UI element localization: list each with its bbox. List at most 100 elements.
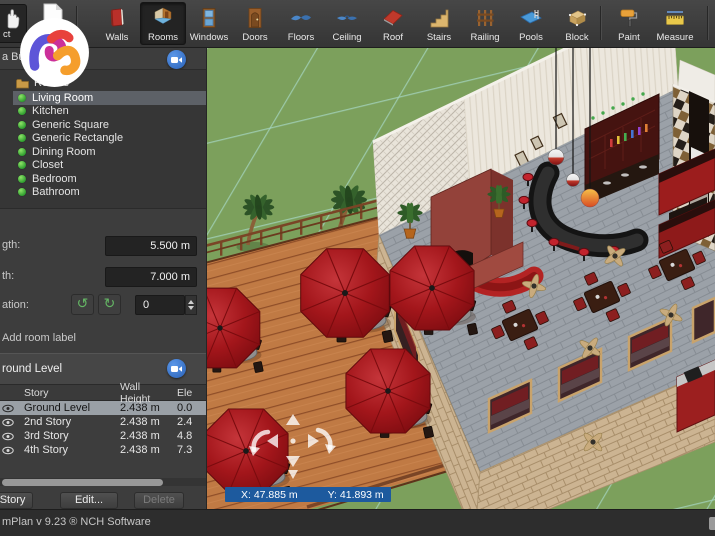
visibility-eye-icon[interactable]: [0, 432, 15, 441]
toolbar-button-windows[interactable]: Windows: [186, 2, 232, 45]
spinner-up-icon[interactable]: [188, 300, 194, 304]
cursor-x-coordinate: X: 47.885 m: [241, 489, 298, 501]
status-bar-corner-icon[interactable]: [709, 517, 715, 530]
3d-scene: [207, 47, 715, 509]
video-camera-icon: [171, 56, 182, 64]
rotate-ccw-button[interactable]: ↺: [71, 294, 94, 315]
railing-icon: [472, 6, 498, 30]
floors-icon: [288, 6, 314, 30]
pools-icon: [518, 6, 544, 30]
toolbar-button-block[interactable]: Block: [554, 2, 600, 45]
stairs-icon: [426, 6, 452, 30]
dreamplan-logo: [19, 17, 90, 88]
help-video-button[interactable]: [167, 50, 186, 69]
column-elevation[interactable]: Ele: [170, 387, 207, 399]
stories-table: Story Wall Height Ele Ground Level 2.438…: [0, 385, 207, 457]
add-room-label-text[interactable]: Add room label: [2, 332, 76, 344]
rooms-panel: a Bul Rooms Living Room Kitchen Generic …: [0, 47, 207, 509]
width-field-row: th: 7.000 m: [0, 267, 207, 287]
measure-icon: [662, 6, 688, 30]
toolbar-button-rooms[interactable]: Rooms: [140, 2, 186, 45]
ceiling-icon: [334, 6, 360, 30]
status-bar: mPlan v 9.23 ® NCH Software: [0, 509, 715, 536]
spinner-down-icon[interactable]: [188, 306, 194, 310]
room-bullet-icon: [18, 148, 26, 156]
length-input[interactable]: 5.500 m: [105, 236, 197, 256]
windows-icon: [196, 6, 222, 30]
toolbar-button-paint[interactable]: Paint: [606, 2, 652, 45]
video-camera-icon: [171, 365, 182, 373]
cursor-y-coordinate: Y: 41.893 m: [328, 489, 384, 501]
room-bullet-icon: [18, 188, 26, 196]
toolbar-button-railing[interactable]: Railing: [462, 2, 508, 45]
scrollbar-thumb[interactable]: [2, 479, 163, 486]
toolbar-separator: [600, 6, 601, 40]
toolbar: ct Walls Rooms: [0, 0, 715, 48]
dreamplan-window: ct Walls Rooms: [0, 0, 715, 536]
hand-cursor-icon: [2, 7, 20, 29]
toolbar-button-stairs[interactable]: Stairs: [416, 2, 462, 45]
toolbar-button-measure[interactable]: Measure: [652, 2, 698, 45]
length-label: gth:: [2, 239, 20, 251]
toolbar-build-group: Walls Rooms Windows: [94, 2, 600, 45]
rotation-input[interactable]: 0: [135, 295, 185, 315]
toolbar-paint-group: Paint Measure: [606, 2, 698, 45]
stories-scrollbar[interactable]: [0, 478, 207, 486]
rotate-cw-button[interactable]: ↻: [98, 294, 121, 315]
story-row-3rd[interactable]: 3rd Story 2.438 m 4.8: [0, 429, 207, 443]
visibility-eye-icon[interactable]: [0, 404, 15, 413]
rotation-label: ation:: [2, 299, 29, 311]
toolbar-separator: [707, 6, 708, 40]
toolbar-button-roof[interactable]: Roof: [370, 2, 416, 45]
cursor-coordinate-badge: X: 47.885 m Y: 41.893 m: [225, 487, 391, 502]
room-type-bathroom[interactable]: Bathroom: [13, 186, 207, 200]
room-bullet-icon: [18, 134, 26, 142]
nav-center-dot[interactable]: [290, 438, 295, 443]
room-type-generic-square[interactable]: Generic Square: [13, 118, 207, 132]
story-row-ground-level[interactable]: Ground Level 2.438 m 0.0: [0, 401, 207, 415]
length-field-row: gth: 5.500 m: [0, 236, 207, 256]
room-bullet-icon: [18, 121, 26, 129]
rooms-icon: [150, 6, 176, 30]
width-label: th:: [2, 270, 14, 282]
toolbar-button-pools[interactable]: Pools: [508, 2, 554, 45]
room-type-living-room[interactable]: Living Room: [13, 91, 207, 105]
room-type-bedroom[interactable]: Bedroom: [13, 172, 207, 186]
stories-table-header: Story Wall Height Ele: [0, 385, 207, 401]
room-bullet-icon: [18, 107, 26, 115]
help-video-button[interactable]: [167, 359, 186, 378]
walls-icon: [104, 6, 130, 30]
stories-section-header: round Level: [0, 353, 207, 385]
rotation-field-row: ation: ↺ ↻ 0: [0, 296, 207, 316]
room-bullet-icon: [18, 175, 26, 183]
visibility-eye-icon[interactable]: [0, 446, 15, 455]
toolbar-button-ceiling[interactable]: Ceiling: [324, 2, 370, 45]
delete-story-button[interactable]: Delete: [134, 492, 184, 509]
room-bullet-icon: [18, 94, 26, 102]
room-type-kitchen[interactable]: Kitchen: [13, 105, 207, 119]
room-type-dining-room[interactable]: Dining Room: [13, 145, 207, 159]
toolbar-button-doors[interactable]: Doors: [232, 2, 278, 45]
column-wall-height[interactable]: Wall Height: [113, 381, 170, 405]
column-story[interactable]: Story: [15, 387, 113, 399]
room-type-generic-rectangle[interactable]: Generic Rectangle: [13, 132, 207, 146]
room-type-closet[interactable]: Closet: [13, 159, 207, 173]
new-story-button[interactable]: ew Story: [0, 492, 33, 509]
rotation-spinner[interactable]: [185, 295, 197, 315]
width-input[interactable]: 7.000 m: [105, 267, 197, 287]
stories-header-text: round Level: [2, 363, 62, 375]
room-bullet-icon: [18, 161, 26, 169]
toolbar-button-walls[interactable]: Walls: [94, 2, 140, 45]
block-icon: [564, 6, 590, 30]
story-row-4th[interactable]: 4th Story 2.438 m 7.3: [0, 443, 207, 457]
visibility-eye-icon[interactable]: [0, 418, 15, 427]
status-bar-text: mPlan v 9.23 ® NCH Software: [2, 516, 151, 528]
edit-story-button[interactable]: Edit...: [60, 492, 118, 509]
toolbar-button-floors[interactable]: Floors: [278, 2, 324, 45]
select-tool-label: ct: [3, 29, 10, 40]
room-type-tree: Rooms Living Room Kitchen Generic Square…: [0, 69, 207, 209]
roof-icon: [380, 6, 406, 30]
paint-icon: [616, 6, 642, 30]
story-row-2nd[interactable]: 2nd Story 2.438 m 2.4: [0, 415, 207, 429]
3d-viewport[interactable]: X: 47.885 m Y: 41.893 m: [207, 47, 715, 509]
